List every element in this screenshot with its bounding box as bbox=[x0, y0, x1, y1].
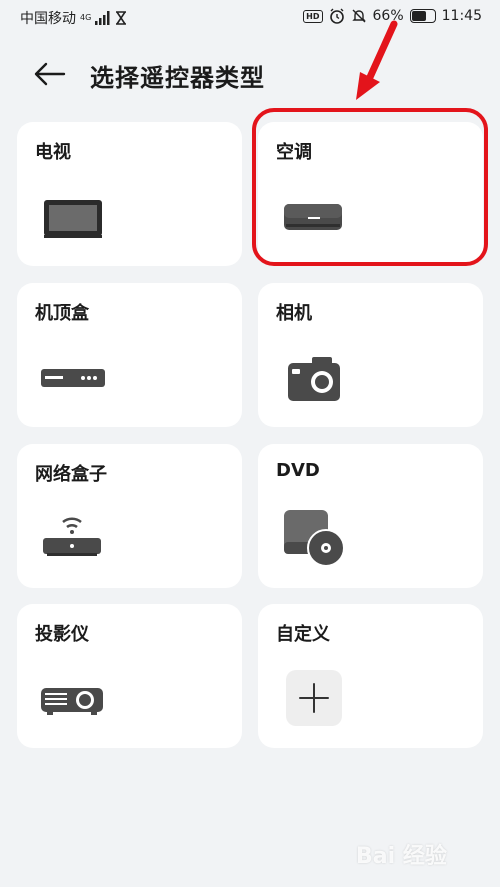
clock: 11:45 bbox=[441, 8, 482, 24]
carrier-name: 中国移动 bbox=[20, 11, 76, 27]
status-left: 中国移动 4G bbox=[20, 8, 127, 28]
device-label: 投影仪 bbox=[35, 624, 89, 645]
device-label: 电视 bbox=[35, 142, 71, 163]
watermark: Bai 经验 bbox=[356, 844, 447, 869]
projector-icon bbox=[41, 688, 103, 715]
device-label: 网络盒子 bbox=[35, 464, 107, 485]
device-label: 相机 bbox=[276, 303, 312, 324]
device-card-custom[interactable]: 自定义 bbox=[258, 604, 483, 748]
add-custom-button[interactable] bbox=[286, 670, 342, 726]
hd-badge: HD bbox=[303, 9, 323, 23]
set-top-box-icon bbox=[41, 369, 105, 387]
signal-icon bbox=[95, 11, 110, 25]
mute-bell-icon bbox=[351, 9, 366, 23]
hourglass-icon bbox=[116, 11, 127, 25]
camera-icon bbox=[288, 357, 340, 401]
status-right: HD 66% 11:45 bbox=[303, 8, 482, 24]
device-label: DVD bbox=[276, 460, 320, 481]
alarm-icon bbox=[329, 8, 344, 24]
arrow-left-icon bbox=[34, 62, 66, 86]
dvd-icon bbox=[284, 510, 345, 567]
battery-percent: 66% bbox=[372, 8, 404, 24]
device-label: 空调 bbox=[276, 142, 312, 163]
network-type: 4G bbox=[80, 13, 92, 22]
back-button[interactable] bbox=[32, 56, 68, 92]
device-card-air-conditioner[interactable]: 空调 bbox=[258, 122, 483, 266]
air-conditioner-icon bbox=[284, 204, 342, 230]
plus-icon bbox=[299, 683, 329, 713]
tv-icon bbox=[44, 200, 102, 238]
network-box-icon bbox=[43, 517, 101, 556]
device-card-network-box[interactable]: 网络盒子 bbox=[17, 444, 242, 588]
header: 选择遥控器类型 bbox=[0, 52, 500, 96]
device-label: 机顶盒 bbox=[35, 303, 89, 324]
device-card-set-top-box[interactable]: 机顶盒 bbox=[17, 283, 242, 427]
device-card-camera[interactable]: 相机 bbox=[258, 283, 483, 427]
device-card-tv[interactable]: 电视 bbox=[17, 122, 242, 266]
page-title: 选择遥控器类型 bbox=[90, 64, 265, 92]
status-bar: 中国移动 4G HD 66% 11:45 bbox=[0, 0, 500, 34]
device-card-projector[interactable]: 投影仪 bbox=[17, 604, 242, 748]
device-card-dvd[interactable]: DVD bbox=[258, 444, 483, 588]
battery-icon bbox=[409, 9, 436, 23]
device-label: 自定义 bbox=[276, 624, 330, 645]
